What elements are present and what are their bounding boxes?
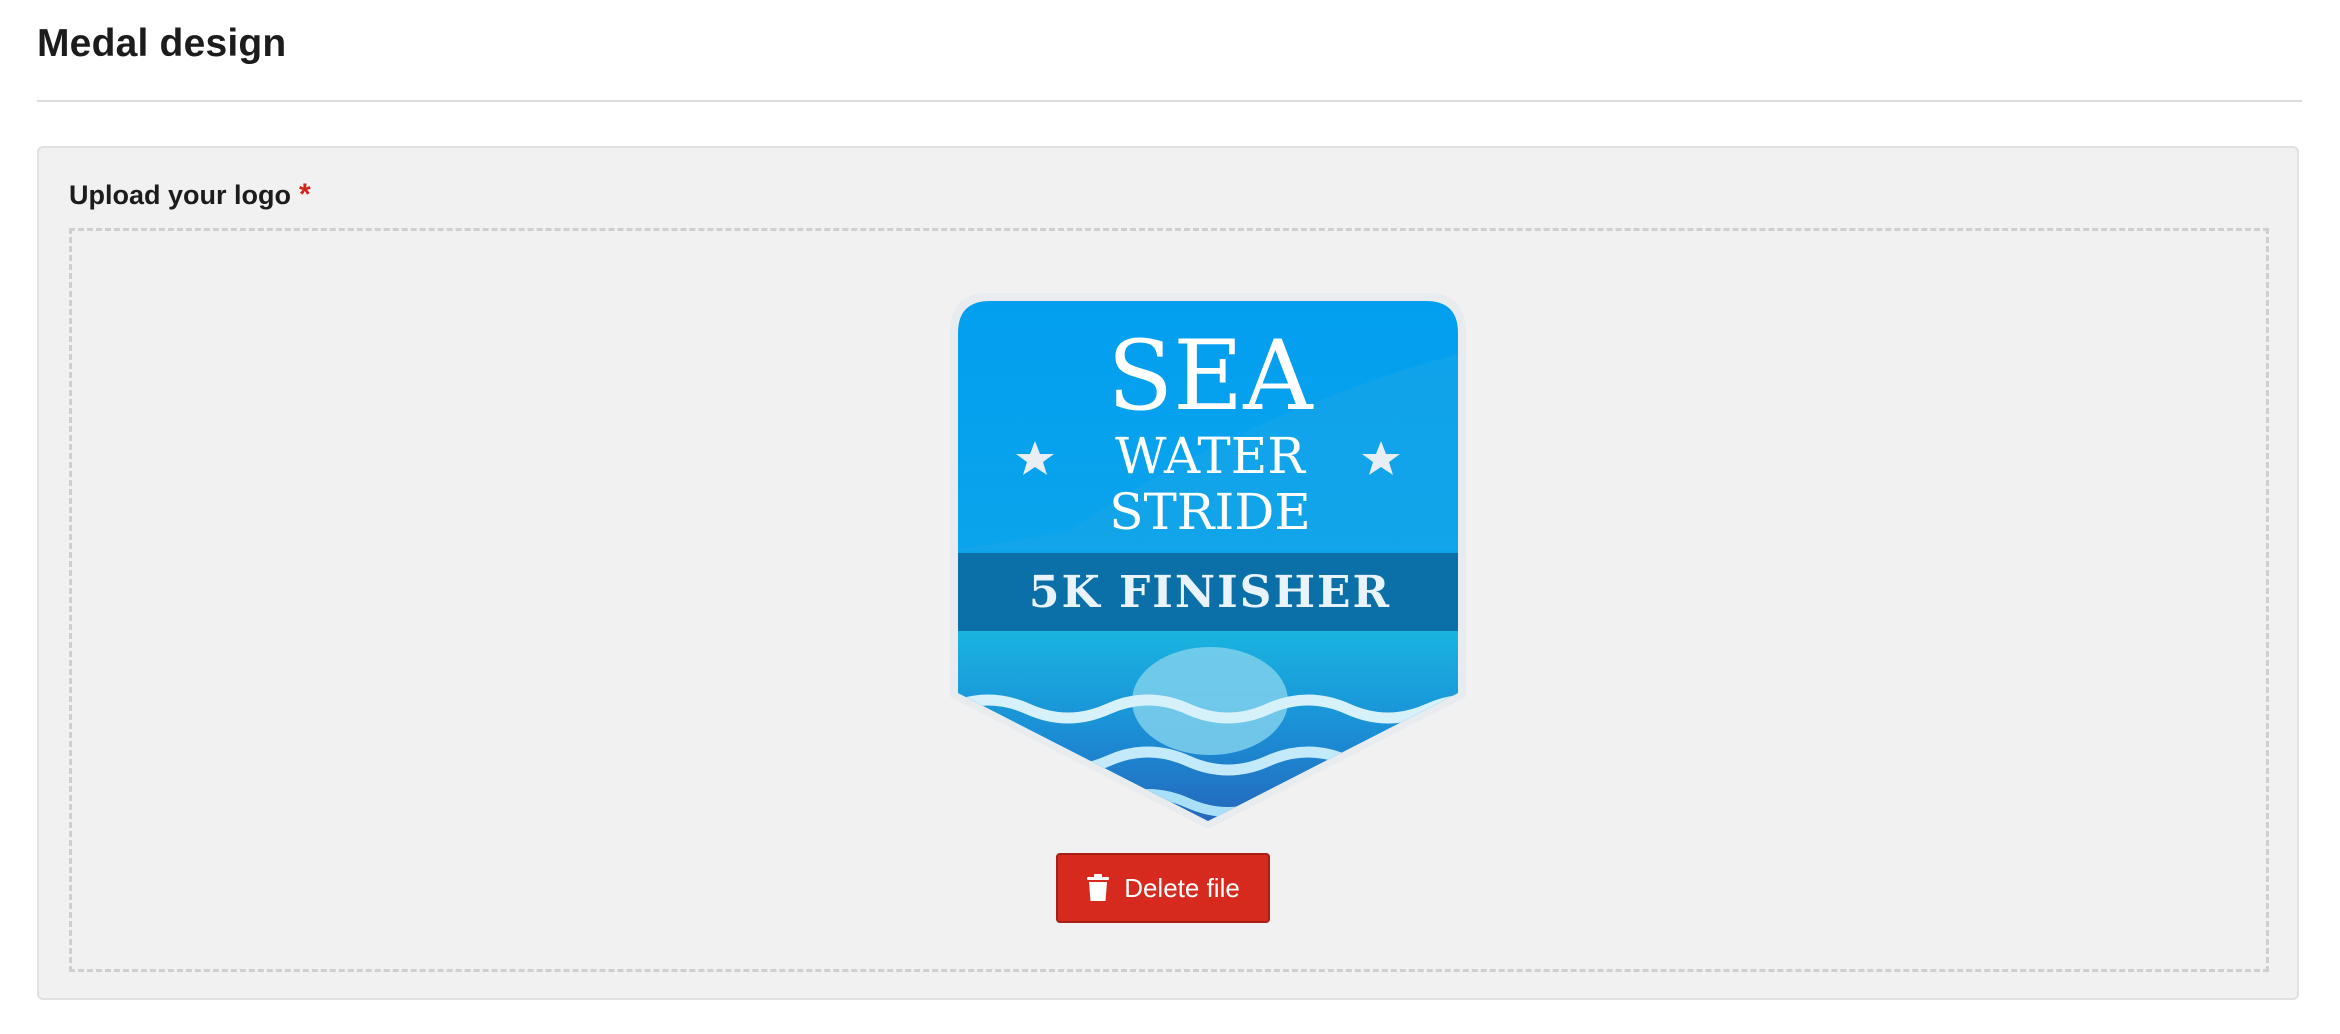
uploaded-logo-preview: SEA WATER STRIDE 5K FINISHER xyxy=(950,293,1466,829)
upload-label-text: Upload your logo xyxy=(69,180,291,210)
upload-label: Upload your logo * xyxy=(69,178,311,212)
medal-line-stride: STRIDE xyxy=(1109,483,1311,541)
medal-line-water: WATER xyxy=(1115,427,1306,485)
delete-file-label: Delete file xyxy=(1124,872,1240,903)
upload-panel: Upload your logo * SEA WATER STRIDE 5K F… xyxy=(37,146,2299,1000)
section-title: Medal design xyxy=(37,22,287,65)
required-marker: * xyxy=(299,178,311,211)
medal-design-page: Medal design Upload your logo * SEA WATE… xyxy=(0,0,2340,1034)
medal-banner-text: 5K FINISHER xyxy=(1029,567,1391,618)
medal-line-sea: SEA xyxy=(1107,320,1314,432)
trash-icon xyxy=(1086,874,1110,902)
delete-file-button[interactable]: Delete file xyxy=(1056,853,1270,923)
section-divider xyxy=(37,100,2302,102)
file-dropzone[interactable]: SEA WATER STRIDE 5K FINISHER Delete file xyxy=(69,228,2269,972)
